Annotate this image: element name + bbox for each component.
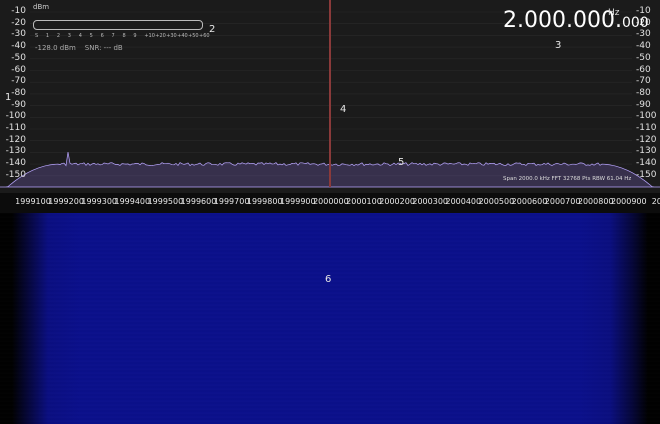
waterfall-display[interactable]: 6	[0, 213, 660, 424]
s-meter-scale-label: 2	[56, 33, 61, 39]
dbm-tick-label: -30	[11, 29, 26, 40]
frequency-tick-label: 2000600	[511, 197, 548, 206]
frequency-tick-label: 1999900	[279, 197, 316, 206]
s-meter-scale-label: S	[35, 33, 39, 39]
s-meter-readout: -128.0 dBm SNR: --- dB	[35, 44, 123, 52]
frequency-tick-label: 2000800	[577, 197, 614, 206]
frequency-tick-label: 1999600	[180, 197, 217, 206]
frequency-unit: Hz	[608, 8, 620, 18]
frequency-tick-label: 2001	[651, 197, 660, 206]
dbm-tick-label: -50	[636, 52, 651, 63]
s-meter-scale-label: 6	[100, 33, 104, 39]
dbm-tick-label: -110	[636, 123, 657, 133]
s-meter-scale-label: +60	[199, 33, 210, 39]
signal-level-readout: -128.0 dBm	[35, 44, 76, 52]
dbm-tick-label: -100	[636, 111, 657, 122]
dbm-tick-label: -50	[11, 52, 26, 63]
spectrum-panel[interactable]: dBm -10 -20 -30 -40 -50 -60 -70 -80 -90 -100 -110-…	[0, 0, 660, 193]
dbm-tick-label: -60	[636, 64, 651, 75]
dbm-tick-label: -140	[5, 158, 26, 169]
sdr-window: dBm -10 -20 -30 -40 -50 -60 -70 -80 -90 -100 -110-…	[0, 0, 660, 424]
annotation-marker-1: 1	[5, 92, 12, 103]
frequency-tick-label: 1999300	[81, 197, 118, 206]
frequency-tick-label: 2000700	[544, 197, 581, 206]
frequency-tick-label: 2000900	[610, 197, 647, 206]
dbm-tick-label: -150	[5, 169, 26, 180]
dbm-unit-label: dBm	[33, 3, 50, 11]
dbm-tick-label: -60	[11, 64, 26, 75]
dbm-tick-label: -70	[11, 76, 26, 87]
s-meter-bar	[33, 20, 203, 30]
dbm-tick-label: -120	[636, 134, 657, 145]
dbm-tick-label: -150	[636, 169, 657, 180]
annotation-marker-2: 2	[209, 24, 216, 35]
frequency-tick-label: 1999200	[48, 197, 84, 206]
dbm-tick-label: -130	[636, 146, 657, 157]
dbm-tick-label: -10	[11, 6, 26, 16]
dbm-tick-label: -70	[636, 76, 651, 87]
annotation-marker-4: 4	[340, 104, 347, 115]
waterfall-texture	[0, 213, 660, 424]
s-meter-scale-label: 1	[45, 33, 50, 39]
dbm-tick-label: -80	[636, 87, 651, 98]
s-meter-scale-label: 4	[78, 33, 82, 39]
dbm-tick-label: -120	[5, 134, 26, 145]
frequency-tick-label: 1999400	[114, 197, 151, 206]
s-meter-scale-label: +10	[144, 33, 155, 39]
frequency-tick-label: 2000000	[313, 197, 349, 206]
s-meter-scale-label: +50	[188, 33, 199, 39]
dbm-tick-label: -110	[5, 123, 26, 133]
dbm-tick-label: -20	[11, 17, 26, 28]
s-meter-scale-label: 7	[111, 33, 115, 39]
fft-info-text: Span 2000.0 kHz FFT 32768 Pts RBW 61.04 …	[503, 176, 632, 182]
frequency-tick-label: 2000400	[445, 197, 482, 206]
dbm-tick-label: -40	[11, 41, 26, 52]
dbm-tick-label: -40	[636, 41, 651, 52]
s-meter-scale-label: +20	[155, 33, 166, 39]
dbm-tick-label: -130	[5, 146, 26, 157]
annotation-marker-6: 6	[325, 274, 332, 285]
frequency-display[interactable]: 2.000.000.000	[503, 8, 649, 33]
frequency-main-digits: 2.000.000.	[503, 8, 622, 33]
frequency-tick-label: 2000500	[478, 197, 515, 206]
s-meter-scale-label: 9	[133, 33, 137, 39]
frequency-tick-label: 2000200	[379, 197, 415, 206]
s-meter-scale-label: +30	[166, 33, 177, 39]
frequency-tick-label: 1999100	[15, 197, 51, 206]
s-meter-scale-label: +40	[177, 33, 188, 39]
annotation-marker-3: 3	[555, 40, 562, 51]
frequency-sub-digits: 000	[621, 15, 649, 31]
dbm-tick-label: -100	[5, 111, 26, 122]
frequency-tick-label: 1999700	[213, 197, 250, 206]
dbm-tick-label: -140	[636, 158, 657, 169]
frequency-tick-label: 1999800	[246, 197, 283, 206]
snr-readout: SNR: --- dB	[84, 44, 123, 52]
spectrum-grid	[30, 11, 632, 177]
frequency-tick-label: 2000300	[412, 197, 449, 206]
center-frequency-line[interactable]	[329, 0, 331, 187]
s-meter-scale-label: 3	[67, 33, 71, 39]
frequency-tick-label: 2000100	[346, 197, 382, 206]
s-meter-scale-label: 8	[122, 33, 126, 39]
dbm-tick-label: -90	[636, 99, 651, 110]
frequency-tick-label: 1999500	[147, 197, 184, 206]
s-meter-scale-label: 5	[89, 33, 93, 39]
frequency-axis: 1999100 1999200 1999300 1999400 1999500 19996…	[0, 193, 660, 213]
annotation-marker-5: 5	[398, 157, 405, 168]
